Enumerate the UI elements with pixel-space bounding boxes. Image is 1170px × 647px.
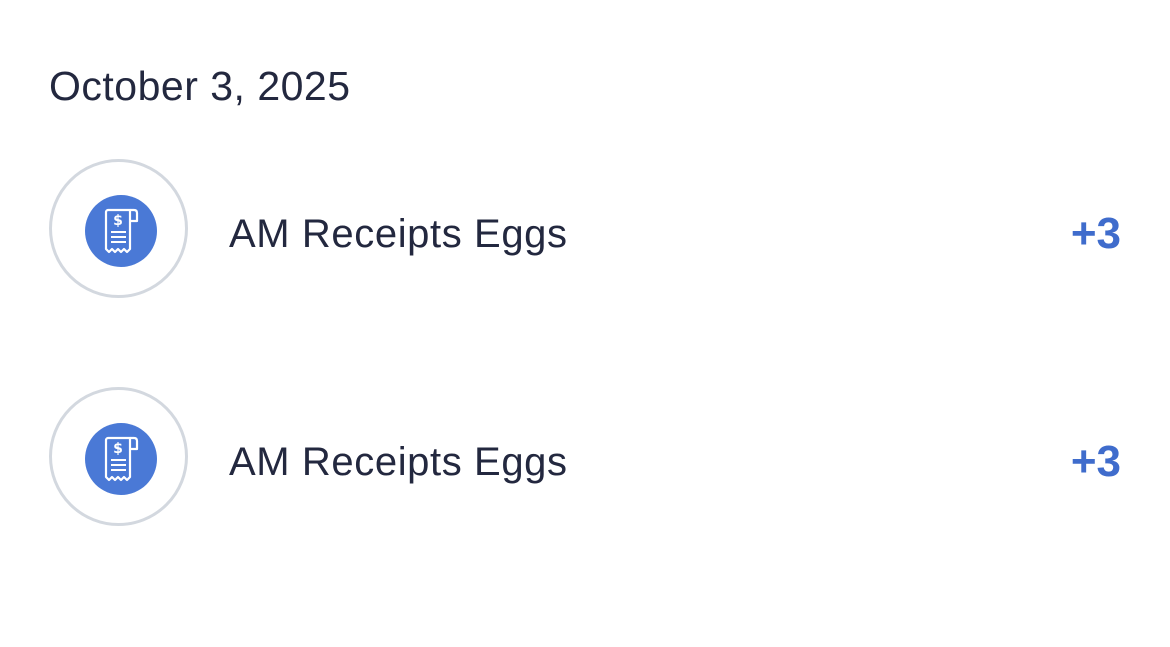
activity-avatar: $ [49, 159, 188, 298]
activity-points: +3 [1070, 209, 1121, 258]
activity-title: AM Receipts Eggs [229, 440, 568, 484]
activity-avatar: $ [49, 387, 188, 526]
activity-title: AM Receipts Eggs [229, 212, 568, 256]
activity-row[interactable]: $ AM Receipts Eggs +3 [0, 159, 1170, 304]
svg-text:$: $ [113, 441, 123, 457]
receipt-dollar-icon: $ [85, 195, 157, 267]
activity-row[interactable]: $ AM Receipts Eggs +3 [0, 387, 1170, 532]
activity-list: $ AM Receipts Eggs +3 $ AM Receipts Eggs… [0, 0, 1170, 647]
activity-points: +3 [1070, 437, 1121, 486]
svg-text:$: $ [113, 213, 123, 229]
receipt-dollar-icon: $ [85, 423, 157, 495]
